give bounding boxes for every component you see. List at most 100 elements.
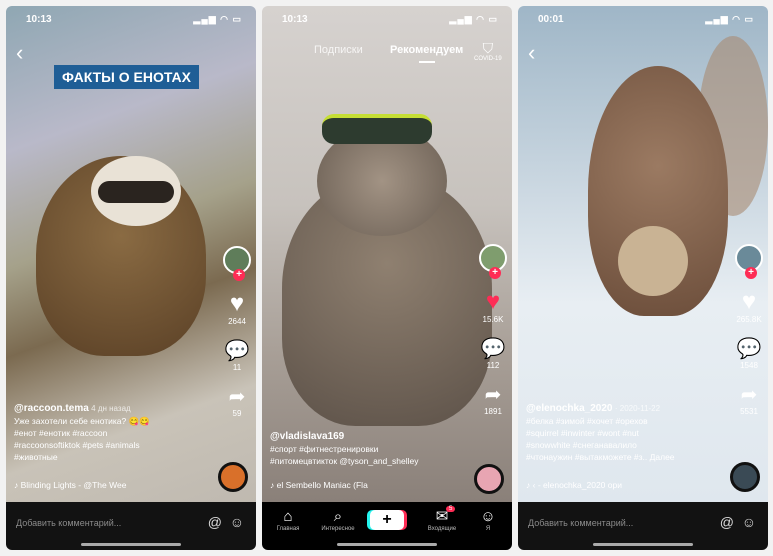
- home-icon: ⌂: [283, 508, 293, 525]
- music-track[interactable]: ♪ Blinding Lights - @The Wee: [14, 480, 126, 490]
- action-rail: + ♥ 15.6K 💬 112 ➦ 1891: [478, 244, 508, 416]
- raccoon-mask: [98, 181, 174, 203]
- tab-following[interactable]: Подписки: [314, 44, 363, 56]
- covid-label: COVID-19: [474, 56, 502, 62]
- status-bar: 10:13 ▂▄▆ ◠ ▭: [276, 14, 498, 28]
- post-date: · 2020-11-22: [614, 404, 661, 413]
- hashtags-line[interactable]: #белка #зимой #хочет #орехов: [526, 415, 726, 427]
- cat-headband: [322, 114, 432, 144]
- comment-input[interactable]: Добавить комментарий...: [528, 518, 633, 528]
- create-video-button[interactable]: +: [370, 510, 404, 530]
- caption-line: Уже захотели себе енотика? 😋😋: [14, 416, 150, 426]
- comment-input[interactable]: Добавить комментарий...: [16, 518, 121, 528]
- back-arrow-icon[interactable]: ‹: [16, 40, 23, 66]
- status-time: 10:13: [26, 14, 52, 25]
- signal-wifi-battery-icon: ▂▄▆ ◠ ▭: [705, 14, 754, 24]
- share-count: 59: [232, 409, 242, 418]
- back-arrow-icon[interactable]: ‹: [528, 40, 535, 66]
- nav-discover-label: Интересное: [321, 526, 355, 532]
- hashtags-line[interactable]: #животные: [14, 451, 214, 463]
- comment-count: 112: [486, 361, 500, 370]
- home-indicator: [337, 543, 437, 546]
- nav-home[interactable]: ⌂ Главная: [266, 508, 310, 532]
- inbox-message-icon: ✉: [435, 508, 449, 525]
- status-time: 10:13: [282, 14, 308, 25]
- music-track[interactable]: ♪ el Sembello Maniac (Fla: [270, 480, 368, 490]
- like-heart-icon[interactable]: ♥: [222, 292, 252, 316]
- post-date: 4 дн назад: [91, 404, 131, 413]
- music-title: ‹ - elenochka_2020 ори: [532, 480, 622, 490]
- comment-bubble-icon[interactable]: 💬: [734, 338, 764, 360]
- phone-squirrel-video: 00:01 ▂▄▆ ◠ ▭ ‹ + ♥ 265.8K 💬 1548 ➦ 5531…: [518, 6, 768, 550]
- inbox-badge: 5: [446, 506, 456, 512]
- status-time: 00:01: [538, 14, 564, 25]
- share-arrow-icon[interactable]: ➦: [222, 386, 252, 408]
- creator-avatar[interactable]: +: [223, 246, 251, 281]
- nav-profile[interactable]: ☺ Я: [466, 508, 510, 532]
- like-count: 2644: [228, 317, 246, 326]
- music-disc-avatar[interactable]: [474, 464, 504, 494]
- hashtags-line[interactable]: #енот #енотик #raccoon: [14, 427, 214, 439]
- comment-count: 1548: [740, 361, 758, 370]
- feed-tabs: Подписки Рекомендуем ⛉ COVID-19: [262, 40, 512, 64]
- active-tab-underline: [419, 61, 435, 63]
- mention-at-icon[interactable]: @: [208, 514, 222, 530]
- comment-bar: Добавить комментарий... @ ☺: [518, 502, 768, 550]
- video-caption: @raccoon.tema 4 дн назад Уже захотели се…: [14, 402, 214, 463]
- home-indicator: [593, 543, 693, 546]
- follow-plus-icon[interactable]: +: [233, 269, 245, 281]
- hashtags-line[interactable]: #snowwhite #снеганавалило: [526, 439, 726, 451]
- tab-for-you[interactable]: Рекомендуем: [390, 44, 463, 56]
- creator-username[interactable]: @raccoon.tema: [14, 403, 89, 414]
- walnut-image: [618, 226, 688, 296]
- music-disc-avatar[interactable]: [218, 462, 248, 492]
- follow-plus-icon[interactable]: +: [745, 267, 757, 279]
- music-title: el Sembello Maniac (Fla: [276, 480, 368, 490]
- share-arrow-icon[interactable]: ➦: [734, 384, 764, 406]
- nav-inbox-label: Входящие: [427, 526, 457, 532]
- hashtags-line[interactable]: #спорт #фитнестренировки: [270, 443, 470, 455]
- like-heart-icon[interactable]: ♥: [734, 290, 764, 314]
- comment-bubble-icon[interactable]: 💬: [222, 340, 252, 362]
- phone-raccoon-video: 10:13 ▂▄▆ ◠ ▭ ‹ ФАКТЫ О ЕНОТАХ + ♥ 2644 …: [6, 6, 256, 550]
- music-disc-avatar[interactable]: [730, 462, 760, 492]
- action-rail: + ♥ 2644 💬 11 ➦ 59: [222, 246, 252, 418]
- creator-username[interactable]: @vladislava169: [270, 431, 344, 442]
- emoji-smile-icon[interactable]: ☺: [230, 514, 244, 530]
- search-icon: ⌕: [333, 508, 343, 525]
- bottom-navigation: ⌂ Главная ⌕ Интересное + ✉ 5 Входящие ☺ …: [262, 502, 512, 550]
- status-bar: 10:13 ▂▄▆ ◠ ▭: [20, 14, 242, 28]
- comment-count: 11: [232, 363, 242, 372]
- shield-icon: ⛉: [482, 40, 494, 56]
- like-count: 15.6K: [482, 315, 504, 324]
- video-banner: ФАКТЫ О ЕНОТАХ: [54, 65, 199, 89]
- emoji-smile-icon[interactable]: ☺: [742, 514, 756, 530]
- status-bar: 00:01 ▂▄▆ ◠ ▭: [532, 14, 754, 28]
- hashtags-line[interactable]: #чтонаужин #вытакможете #з.. Далее: [526, 451, 726, 463]
- like-count: 265.8K: [736, 315, 762, 324]
- phone-cat-video: 10:13 ▂▄▆ ◠ ▭ Подписки Рекомендуем ⛉ COV…: [262, 6, 512, 550]
- mention-at-icon[interactable]: @: [720, 514, 734, 530]
- comment-bubble-icon[interactable]: 💬: [478, 338, 508, 360]
- comment-bar: Добавить комментарий... @ ☺: [6, 502, 256, 550]
- hashtags-line[interactable]: #squirrel #inwinter #wont #nut: [526, 427, 726, 439]
- signal-wifi-battery-icon: ▂▄▆ ◠ ▭: [193, 14, 242, 24]
- music-track[interactable]: ♪ ‹ - elenochka_2020 ори: [526, 480, 622, 490]
- person-icon: ☺: [480, 508, 496, 525]
- creator-avatar[interactable]: +: [735, 244, 763, 279]
- action-rail: + ♥ 265.8K 💬 1548 ➦ 5531: [734, 244, 764, 416]
- follow-plus-icon[interactable]: +: [489, 267, 501, 279]
- hashtags-line[interactable]: #raccoonsoftiktok #pets #animals: [14, 439, 214, 451]
- nav-home-label: Главная: [276, 526, 300, 532]
- nav-discover[interactable]: ⌕ Интересное: [316, 508, 360, 532]
- creator-avatar[interactable]: +: [479, 244, 507, 279]
- video-caption: @elenochka_2020 · 2020-11-22 #белка #зим…: [526, 402, 726, 463]
- nav-inbox[interactable]: ✉ 5 Входящие: [420, 506, 464, 532]
- creator-username[interactable]: @elenochka_2020: [526, 403, 612, 414]
- music-title: Blinding Lights - @The Wee: [20, 480, 127, 490]
- covid-info-button[interactable]: ⛉ COVID-19: [474, 40, 502, 62]
- share-count: 5531: [740, 407, 758, 416]
- hashtags-line[interactable]: #питомецвтикток @tyson_and_shelley: [270, 455, 470, 467]
- like-heart-icon[interactable]: ♥: [478, 290, 508, 314]
- share-arrow-icon[interactable]: ➦: [478, 384, 508, 406]
